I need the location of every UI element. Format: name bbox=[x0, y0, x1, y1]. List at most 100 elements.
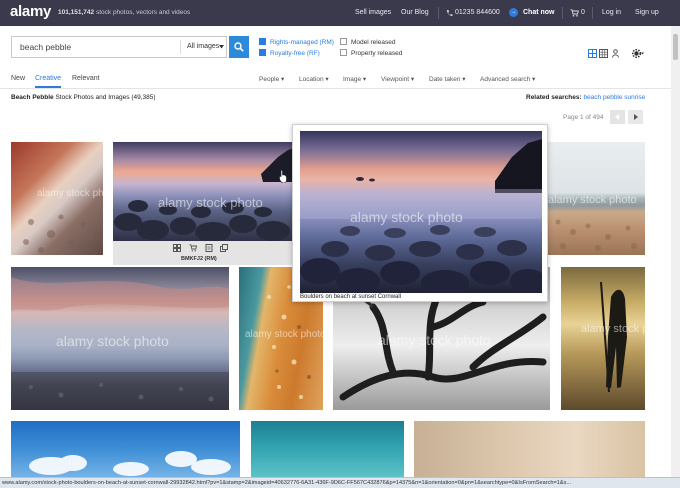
search-button[interactable] bbox=[229, 36, 249, 58]
watermark: alamy stock photo bbox=[158, 195, 263, 210]
checkbox-unchecked bbox=[340, 38, 347, 45]
property-released-label: Property released bbox=[351, 50, 403, 57]
model-released-label: Model released bbox=[351, 39, 396, 46]
result-image[interactable]: alamy stock photo bbox=[11, 142, 103, 255]
chevron-right-icon bbox=[634, 114, 638, 120]
similar-images-icon[interactable] bbox=[220, 244, 228, 252]
watermark: alamy stock photo bbox=[581, 323, 645, 335]
preview-caption: Boulders on beach at sunset Cornwall bbox=[300, 294, 402, 300]
mosaic-view-icon[interactable] bbox=[588, 49, 597, 58]
tab-new[interactable]: New bbox=[11, 75, 25, 82]
tab-creative[interactable]: Creative bbox=[35, 75, 62, 88]
search-input[interactable] bbox=[12, 37, 180, 57]
model-released-checkbox[interactable]: Model released bbox=[340, 38, 395, 46]
category-select-label: All images bbox=[187, 43, 220, 50]
search-box: All images bbox=[11, 36, 227, 58]
filter-date-taken-label: Date taken bbox=[429, 76, 461, 83]
divider bbox=[562, 7, 563, 19]
divider bbox=[438, 7, 439, 19]
rights-managed-checkbox[interactable]: Rights-managed (RM) bbox=[259, 38, 334, 46]
phone-icon bbox=[447, 10, 453, 16]
filter-image-label: Image bbox=[343, 76, 362, 83]
result-image[interactable] bbox=[414, 421, 645, 477]
related-searches: Related searches: beach pebble sunrise bbox=[526, 94, 645, 101]
silhouette-scene bbox=[600, 281, 627, 393]
scrollbar-track[interactable] bbox=[671, 26, 680, 477]
result-image[interactable]: alamy stock photo bbox=[113, 142, 294, 241]
results-heading-count: Stock Photos and Images (49,385) bbox=[55, 94, 156, 101]
checkbox-checked bbox=[259, 49, 266, 56]
result-image[interactable] bbox=[251, 421, 404, 477]
search-area: All images Rights-managed (RM) Royalty-f… bbox=[0, 26, 680, 70]
phone-number[interactable]: 01235 844600 bbox=[455, 9, 500, 16]
watermark: alamy stock photo bbox=[37, 188, 103, 199]
page-info: Page 1 of 494 bbox=[563, 114, 604, 121]
chat-now-link[interactable]: Chat now bbox=[523, 9, 555, 16]
tagline: 101,151,742 stock photos, vectors and vi… bbox=[58, 9, 190, 16]
our-blog-link[interactable]: Our Blog bbox=[401, 9, 429, 16]
checkbox-checked bbox=[259, 38, 266, 45]
alamy-logo[interactable]: alamy bbox=[10, 3, 51, 20]
filter-location[interactable]: Location ▾ bbox=[299, 75, 329, 83]
results-heading-query: Beach Pebble bbox=[11, 94, 54, 101]
results-heading: Beach Pebble Stock Photos and Images (49… bbox=[11, 94, 156, 101]
image-code-value: BMKFJ2 bbox=[181, 256, 204, 262]
browser-status-bar: www.alamy.com/stock-photo-boulders-on-be… bbox=[0, 477, 680, 488]
filter-location-label: Location bbox=[299, 76, 324, 83]
watermark: alamy stock photo bbox=[56, 333, 169, 349]
download-icon[interactable] bbox=[205, 244, 213, 252]
chevron-left-icon bbox=[615, 114, 619, 120]
cart-count[interactable]: 0 bbox=[581, 9, 585, 16]
log-in-link[interactable]: Log in bbox=[602, 9, 621, 16]
result-image[interactable]: alamy stock photo bbox=[548, 142, 645, 255]
chevron-down-icon bbox=[219, 45, 224, 49]
filter-image[interactable]: Image ▾ bbox=[343, 75, 366, 83]
divider bbox=[592, 7, 593, 19]
image-hover-toolbar: BMKFJ2 (RM) bbox=[113, 241, 294, 265]
category-select[interactable]: All images bbox=[180, 40, 228, 54]
related-search-link[interactable]: beach pebble sunrise bbox=[583, 94, 645, 101]
filter-people[interactable]: People ▾ bbox=[259, 75, 284, 83]
image-license: (RM) bbox=[204, 256, 217, 262]
scrollbar-thumb[interactable] bbox=[673, 34, 678, 60]
filter-people-label: People bbox=[259, 76, 280, 83]
result-image[interactable]: alamy stock photo bbox=[561, 267, 645, 410]
cart-icon[interactable] bbox=[189, 244, 197, 252]
image-preview-popup[interactable]: alamy stock photo Boulders on beach at s… bbox=[292, 124, 548, 302]
watermark: alamy stock photo bbox=[245, 329, 323, 340]
search-icon bbox=[234, 42, 244, 52]
chat-icon[interactable]: → bbox=[509, 8, 518, 17]
filter-viewpoint[interactable]: Viewpoint ▾ bbox=[381, 75, 414, 83]
checkbox-unchecked bbox=[340, 49, 347, 56]
settings-icon[interactable] bbox=[632, 49, 645, 58]
filter-date-taken[interactable]: Date taken ▾ bbox=[429, 75, 466, 83]
preview-image[interactable]: alamy stock photo bbox=[300, 131, 542, 293]
sky-clouds bbox=[29, 451, 231, 476]
boulders-scene bbox=[114, 148, 294, 241]
watermark: alamy stock photo bbox=[378, 332, 491, 348]
property-released-checkbox[interactable]: Property released bbox=[340, 49, 402, 57]
tab-relevant[interactable]: Relevant bbox=[72, 75, 100, 82]
tagline-text: stock photos, vectors and videos bbox=[95, 9, 191, 16]
result-image[interactable] bbox=[11, 421, 240, 477]
result-image[interactable]: alamy stock photo bbox=[11, 267, 229, 410]
sign-up-link[interactable]: Sign up bbox=[635, 9, 659, 16]
related-searches-label: Related searches: bbox=[526, 94, 582, 101]
filter-viewpoint-label: Viewpoint bbox=[381, 76, 410, 83]
royalty-free-label: Royalty-free (RF) bbox=[270, 50, 320, 57]
cursor-icon bbox=[279, 170, 287, 183]
people-filter-icon[interactable] bbox=[611, 49, 620, 58]
grid-view-icon[interactable] bbox=[599, 49, 608, 58]
cart-icon[interactable] bbox=[570, 9, 579, 17]
watermark: alamy stock photo bbox=[350, 209, 463, 225]
image-code: BMKFJ2 (RM) bbox=[181, 256, 217, 262]
filter-advanced-search[interactable]: Advanced search ▾ bbox=[480, 75, 535, 83]
tagline-count: 101,151,742 bbox=[58, 9, 95, 16]
filter-advanced-search-label: Advanced search bbox=[480, 76, 531, 83]
rights-managed-label: Rights-managed (RM) bbox=[270, 39, 334, 46]
royalty-free-checkbox[interactable]: Royalty-free (RF) bbox=[259, 49, 320, 57]
next-page-button[interactable] bbox=[628, 110, 643, 124]
lightbox-icon[interactable] bbox=[173, 244, 181, 252]
prev-page-button[interactable] bbox=[610, 110, 625, 124]
sell-images-link[interactable]: Sell images bbox=[355, 9, 391, 16]
